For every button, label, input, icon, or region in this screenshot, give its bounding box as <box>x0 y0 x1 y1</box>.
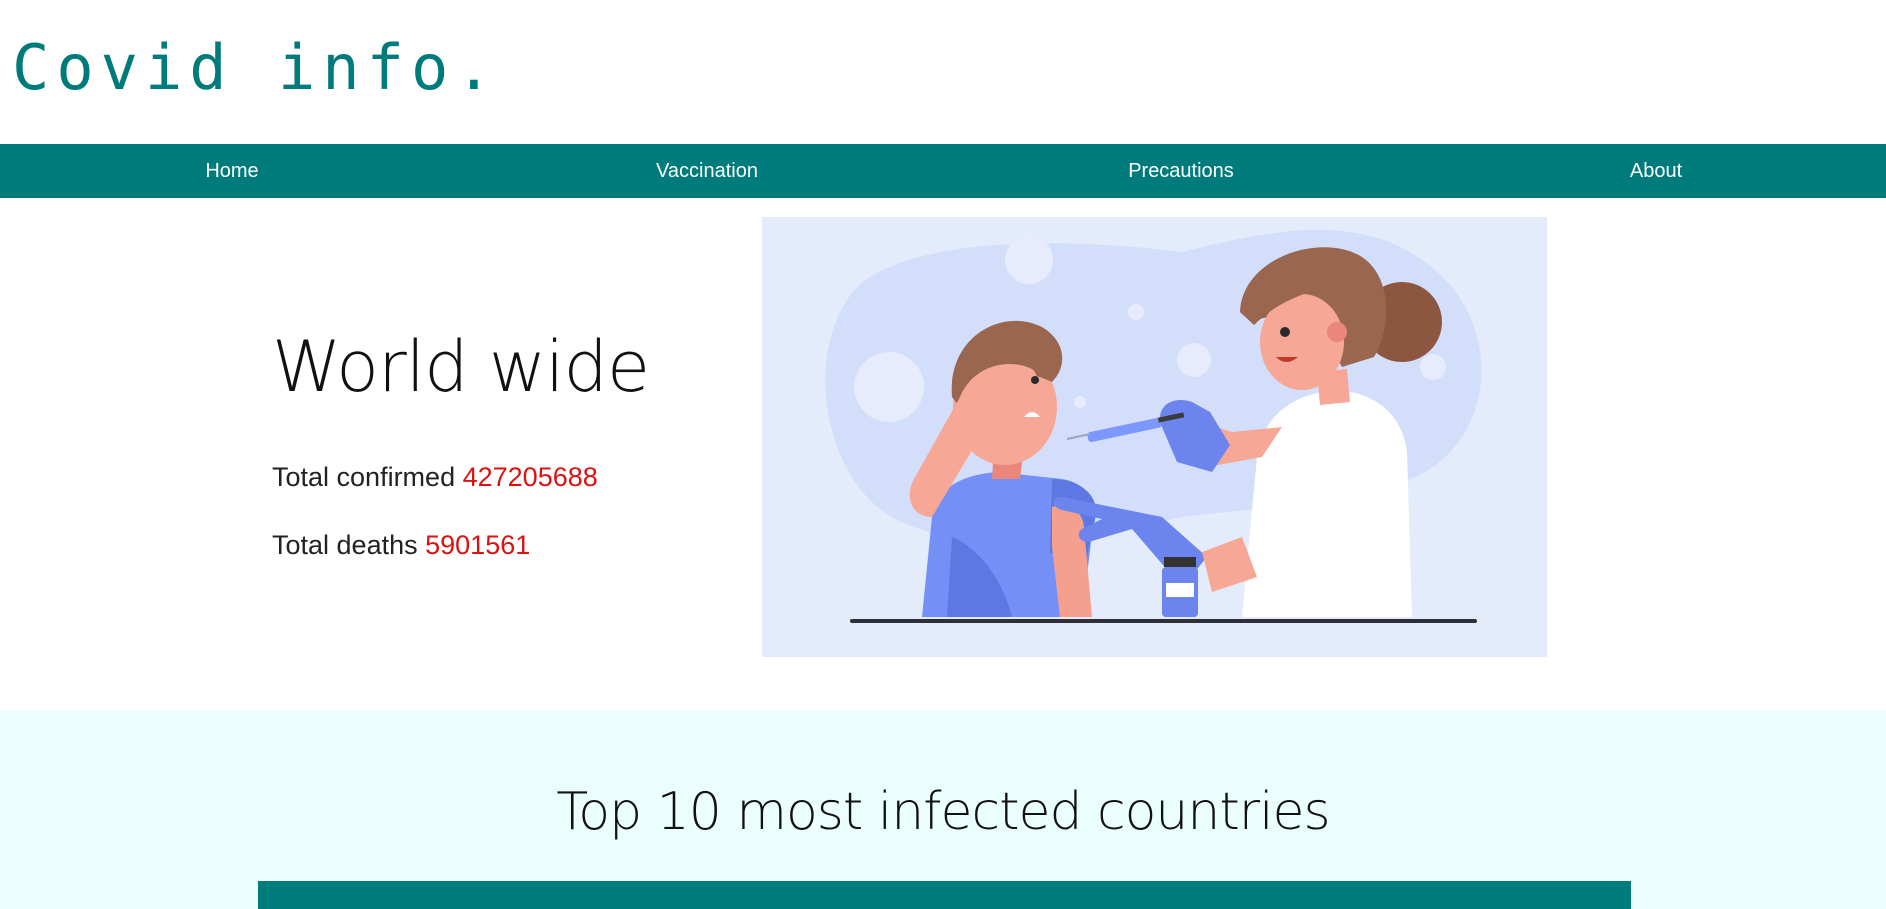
main-navbar: Home Vaccination Precautions About <box>0 144 1886 198</box>
countries-table-header <box>258 881 1631 909</box>
site-logo[interactable]: Covid info. <box>12 28 500 108</box>
total-deaths-label: Total deaths <box>272 530 418 560</box>
hero-title: World wide <box>272 326 650 408</box>
total-deaths-stat: Total deaths 5901561 <box>272 528 530 562</box>
vaccination-illustration <box>762 217 1547 657</box>
nav-home-link[interactable]: Home <box>205 144 258 198</box>
site-header: Covid info. <box>0 0 1886 144</box>
top10-section: Top 10 most infected countries <box>0 711 1886 909</box>
hero-section: World wide Total confirmed 427205688 Tot… <box>0 198 1886 711</box>
total-confirmed-label: Total confirmed <box>272 462 456 492</box>
top10-title: Top 10 most infected countries <box>556 782 1330 842</box>
total-confirmed-value: 427205688 <box>462 462 598 492</box>
nav-about-link[interactable]: About <box>1630 144 1682 198</box>
vaccination-illustration-svg <box>825 229 1482 623</box>
nav-precautions-link[interactable]: Precautions <box>1128 144 1234 198</box>
total-confirmed-stat: Total confirmed 427205688 <box>272 460 598 494</box>
nav-vaccination-link[interactable]: Vaccination <box>656 144 758 198</box>
total-deaths-value: 5901561 <box>425 530 531 560</box>
